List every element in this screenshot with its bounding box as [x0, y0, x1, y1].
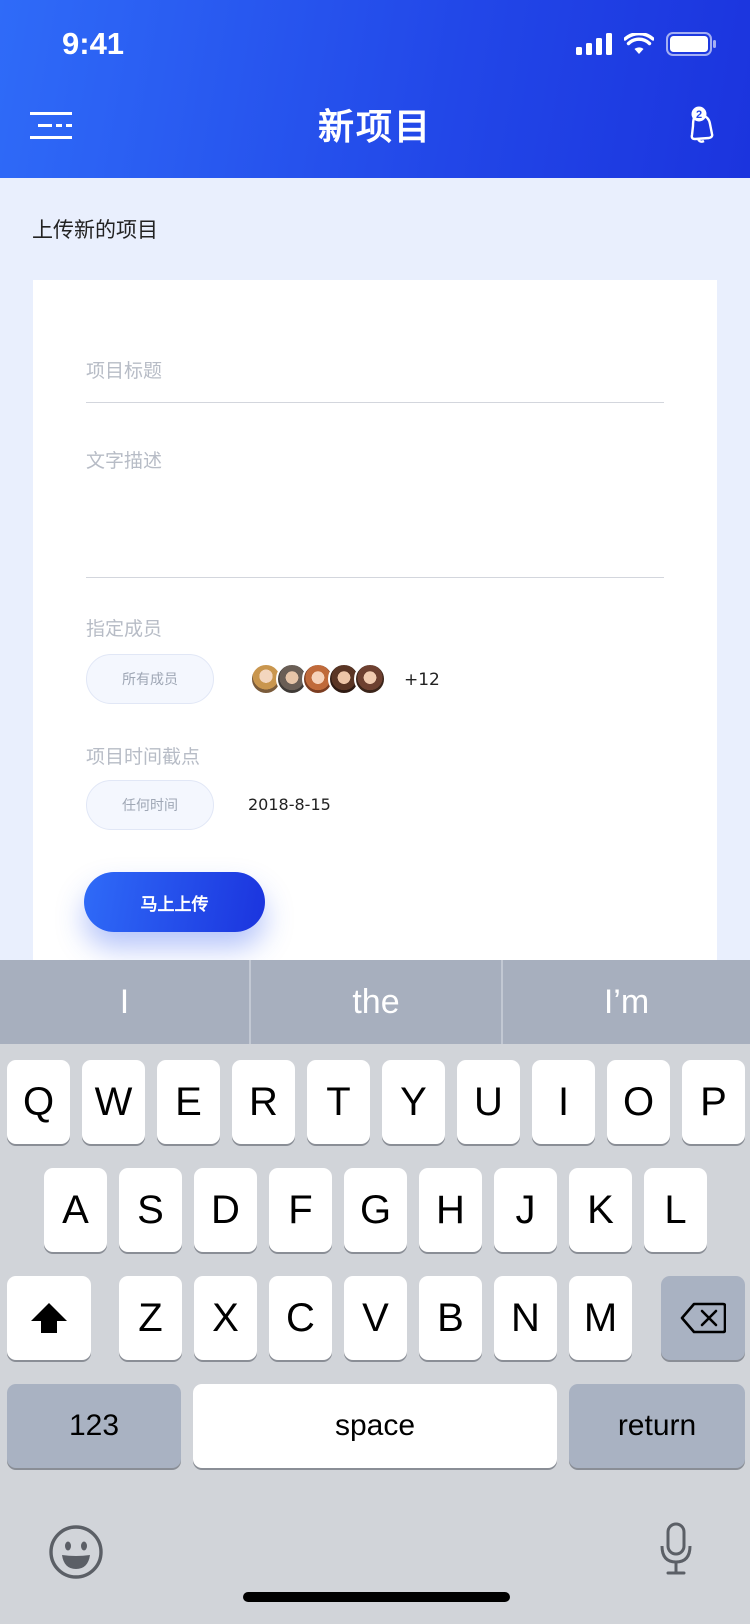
- key-r[interactable]: R: [232, 1060, 295, 1144]
- dictation-button[interactable]: [660, 1522, 692, 1580]
- key-p[interactable]: P: [682, 1060, 745, 1144]
- shift-icon: [31, 1303, 67, 1333]
- emoji-icon: [49, 1525, 103, 1579]
- key-t[interactable]: T: [307, 1060, 370, 1144]
- key-d[interactable]: D: [194, 1168, 257, 1252]
- space-key[interactable]: space: [193, 1384, 557, 1468]
- suggestion-item[interactable]: I: [0, 960, 249, 1044]
- key-y[interactable]: Y: [382, 1060, 445, 1144]
- section-title: 上传新的项目: [32, 218, 158, 242]
- divider: [86, 577, 664, 578]
- divider: [86, 402, 664, 403]
- key-u[interactable]: U: [457, 1060, 520, 1144]
- home-indicator[interactable]: [243, 1592, 510, 1602]
- suggestion-bar: I the I’m: [0, 960, 750, 1044]
- notification-button[interactable]: 2: [686, 104, 716, 144]
- backspace-icon: [680, 1302, 726, 1334]
- delete-key[interactable]: [661, 1276, 745, 1360]
- suggestion-item[interactable]: I’m: [503, 960, 750, 1044]
- bell-icon: 2: [690, 106, 714, 143]
- key-k[interactable]: K: [569, 1168, 632, 1252]
- key-a[interactable]: A: [44, 1168, 107, 1252]
- battery-icon: [666, 32, 716, 56]
- deadline-label: 项目时间截点: [86, 746, 201, 768]
- page-title: 新项目: [317, 107, 432, 148]
- key-c[interactable]: C: [269, 1276, 332, 1360]
- key-g[interactable]: G: [344, 1168, 407, 1252]
- emoji-button[interactable]: [48, 1524, 104, 1584]
- key-h[interactable]: H: [419, 1168, 482, 1252]
- key-v[interactable]: V: [344, 1276, 407, 1360]
- status-time: 9:41: [62, 26, 125, 61]
- key-i[interactable]: I: [532, 1060, 595, 1144]
- key-e[interactable]: E: [157, 1060, 220, 1144]
- key-s[interactable]: S: [119, 1168, 182, 1252]
- project-title-input[interactable]: 项目标题: [86, 356, 162, 383]
- notification-badge: 2: [696, 109, 702, 121]
- key-w[interactable]: W: [82, 1060, 145, 1144]
- key-n[interactable]: N: [494, 1276, 557, 1360]
- all-members-button[interactable]: 所有成员: [86, 654, 214, 704]
- key-q[interactable]: Q: [7, 1060, 70, 1144]
- any-time-button[interactable]: 任何时间: [86, 780, 214, 830]
- key-o[interactable]: O: [607, 1060, 670, 1144]
- key-b[interactable]: B: [419, 1276, 482, 1360]
- member-avatars[interactable]: [250, 663, 386, 695]
- key-l[interactable]: L: [644, 1168, 707, 1252]
- status-icons: [576, 32, 716, 56]
- members-label: 指定成员: [86, 618, 163, 640]
- deadline-date[interactable]: 2018-8-15: [248, 795, 331, 814]
- description-input[interactable]: 文字描述: [86, 446, 162, 473]
- upload-now-button[interactable]: 马上上传: [84, 872, 265, 932]
- key-z[interactable]: Z: [119, 1276, 182, 1360]
- avatar: [354, 663, 386, 695]
- app-header: 9:41 新项目 2: [0, 0, 750, 178]
- return-key[interactable]: return: [569, 1384, 745, 1468]
- wifi-icon: [624, 33, 654, 54]
- key-m[interactable]: M: [569, 1276, 632, 1360]
- key-x[interactable]: X: [194, 1276, 257, 1360]
- numbers-key[interactable]: 123: [7, 1384, 181, 1468]
- key-f[interactable]: F: [269, 1168, 332, 1252]
- key-j[interactable]: J: [494, 1168, 557, 1252]
- signal-icon: [576, 33, 612, 55]
- suggestion-item[interactable]: the: [251, 960, 501, 1044]
- shift-key[interactable]: [7, 1276, 91, 1360]
- more-members-count[interactable]: +12: [404, 670, 440, 690]
- microphone-icon: [660, 1522, 692, 1575]
- keyboard: I the I’m Q W E R T Y U I O P A S D F G …: [0, 960, 750, 1624]
